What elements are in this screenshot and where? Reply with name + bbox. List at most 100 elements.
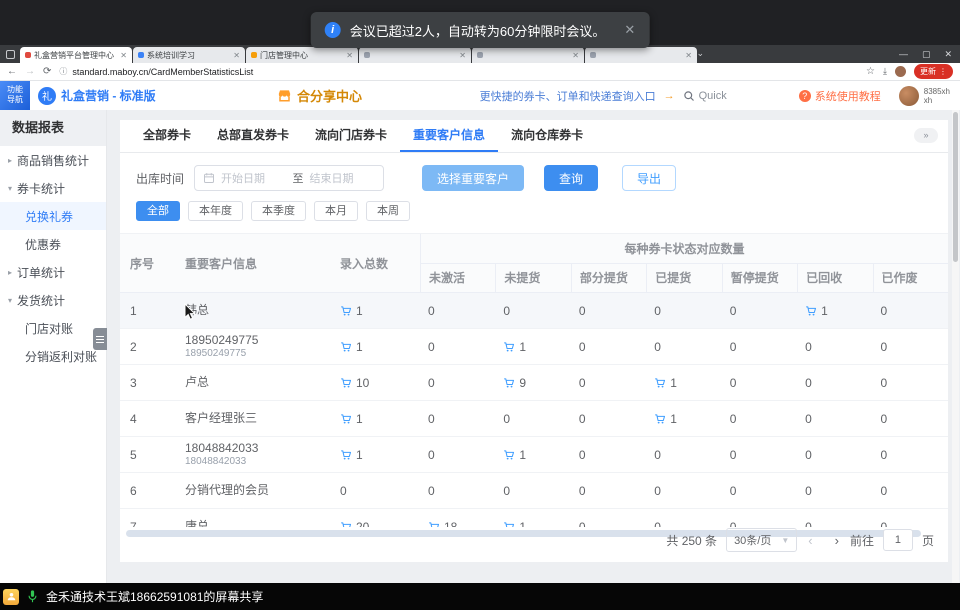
chevron-down-icon[interactable]: ⌄ <box>696 48 704 59</box>
status-column-header: 未提货 <box>495 264 570 292</box>
status-cell: 0 <box>873 448 948 462</box>
table-row[interactable]: 5 18048842033 18048842033 1 0 100000 <box>120 437 948 473</box>
tab-close-icon[interactable]: ✕ <box>685 51 692 60</box>
sidebar-group-item[interactable]: ▾ 券卡统计 <box>0 174 106 202</box>
sidebar-child-item[interactable]: 兑换礼券 <box>0 202 106 230</box>
app-header: 功能 导航 礼 礼盒营销 - 标准版 合分享中心 更快捷的券卡、订单和快递查询入… <box>0 81 960 110</box>
browser-tab[interactable]: 礼盒营销平台管理中心 ✕ <box>20 47 132 63</box>
forward-icon[interactable]: → <box>25 66 35 77</box>
page-scrollbar[interactable] <box>952 110 959 583</box>
sidebar-group-item[interactable]: ▸ 订单统计 <box>0 258 106 286</box>
window-close-button[interactable]: ✕ <box>944 49 952 60</box>
card-count-icon[interactable] <box>340 521 352 528</box>
sidebar-child-item[interactable]: 门店对账 <box>0 314 106 342</box>
browser-tab[interactable]: 系统培训学习 ✕ <box>133 47 245 63</box>
card-count-icon[interactable] <box>654 377 666 389</box>
sidebar-collapse-handle[interactable] <box>93 328 107 350</box>
url-field[interactable]: ⓘ standard.maboy.cn/CardMemberStatistics… <box>59 66 858 77</box>
content-tab[interactable]: 重要客户信息 <box>400 120 498 152</box>
quick-filter-button[interactable]: 本周 <box>366 201 410 221</box>
table-row[interactable]: 3 卢总 10 0 90 1000 <box>120 365 948 401</box>
user-menu[interactable]: 8385xh xh <box>899 86 950 106</box>
select-customer-button[interactable]: 选择重要客户 <box>422 165 524 191</box>
sidebar-group-item[interactable]: ▸ 商品销售统计 <box>0 146 106 174</box>
browser-tab[interactable]: ✕ <box>359 47 471 63</box>
content-tab[interactable]: 总部直发券卡 <box>204 120 302 152</box>
site-info-icon[interactable]: ⓘ <box>59 66 67 77</box>
quick-filter-button[interactable]: 本季度 <box>251 201 306 221</box>
status-cell: 0 <box>420 412 495 426</box>
query-button[interactable]: 查询 <box>544 165 598 191</box>
table-row[interactable]: 4 客户经理张三 1 000 1000 <box>120 401 948 437</box>
start-date-placeholder: 开始日期 <box>221 170 287 186</box>
status-cell: 0 <box>571 376 646 390</box>
content-tab[interactable]: 流向仓库券卡 <box>498 120 596 152</box>
customer-name: 卢总 <box>185 376 330 389</box>
customer-name: 18950249775 <box>185 334 330 347</box>
card-count-icon[interactable] <box>340 341 352 353</box>
browser-tab-title: 系统培训学习 <box>147 50 230 61</box>
download-icon[interactable]: ⤓ <box>883 66 887 77</box>
quick-search[interactable]: Quick <box>683 90 727 102</box>
share-center-link[interactable]: 合分享中心 <box>277 81 362 110</box>
page-size-select[interactable]: 30条/页 ▼ <box>726 528 797 552</box>
quick-filter-button[interactable]: 本月 <box>314 201 358 221</box>
minimize-button[interactable]: — <box>899 49 908 59</box>
tab-close-icon[interactable]: ✕ <box>459 51 466 60</box>
toast-close-icon[interactable]: ✕ <box>624 22 635 38</box>
card-count-icon[interactable] <box>503 449 515 461</box>
panel-collapse-button[interactable]: » <box>914 128 938 143</box>
page-scrollbar-thumb[interactable] <box>953 112 958 262</box>
card-count-icon[interactable] <box>805 305 817 317</box>
tab-close-icon[interactable]: ✕ <box>572 51 579 60</box>
refresh-icon[interactable]: ⟳ <box>43 66 51 77</box>
quick-filter-button[interactable]: 本年度 <box>188 201 243 221</box>
card-count-icon[interactable] <box>340 305 352 317</box>
content-tab[interactable]: 流向门店券卡 <box>302 120 400 152</box>
browser-tab[interactable]: 门店管理中心 ✕ <box>246 47 358 63</box>
card-count-icon[interactable] <box>428 521 440 528</box>
status-column-header: 已回收 <box>797 264 872 292</box>
tab-close-icon[interactable]: ✕ <box>233 51 240 60</box>
sidebar-child-item[interactable]: 优惠券 <box>0 230 106 258</box>
customer-name: 18048842033 <box>185 442 330 455</box>
card-count-icon[interactable] <box>340 377 352 389</box>
tab-close-icon[interactable]: ✕ <box>346 51 353 60</box>
end-date-placeholder: 结束日期 <box>310 170 376 186</box>
tab-close-icon[interactable]: ✕ <box>120 51 127 60</box>
tab-list-icon[interactable] <box>6 50 15 59</box>
card-count-icon[interactable] <box>340 449 352 461</box>
card-count-icon[interactable] <box>340 413 352 425</box>
next-page-icon[interactable]: › <box>833 533 841 548</box>
content-tab[interactable]: 全部券卡 <box>130 120 204 152</box>
table-row[interactable]: 7 唐总 20 18 100000 <box>120 509 948 527</box>
browser-tab[interactable]: ✕ <box>472 47 584 63</box>
card-count-icon[interactable] <box>654 413 666 425</box>
table-row[interactable]: 6 分销代理的会员 0 0000000 <box>120 473 948 509</box>
sidebar-child-item[interactable]: 分销返利对账 <box>0 342 106 370</box>
date-range-input[interactable]: 开始日期 至 结束日期 <box>194 165 384 191</box>
status-cell: 0 <box>571 412 646 426</box>
card-count-icon[interactable] <box>503 341 515 353</box>
customer-column-header: 重要客户信息 <box>175 234 330 292</box>
browser-update-button[interactable]: 更新 ⋮ <box>914 64 953 79</box>
row-total: 20 <box>330 520 420 528</box>
status-cell: 0 <box>722 484 797 498</box>
quick-filter-button[interactable]: 全部 <box>136 201 180 221</box>
customer-name: 分销代理的会员 <box>185 484 330 497</box>
function-nav-button[interactable]: 功能 导航 <box>0 81 30 110</box>
tutorial-link[interactable]: ? 系统使用教程 <box>799 88 881 104</box>
card-count-icon[interactable] <box>503 377 515 389</box>
bookmark-star-icon[interactable]: ☆ <box>866 66 875 77</box>
sidebar-group-item[interactable]: ▾ 发货统计 <box>0 286 106 314</box>
browser-tab[interactable]: ✕ <box>585 47 697 63</box>
card-count-icon[interactable] <box>503 521 515 528</box>
table-row[interactable]: 1 韩总 1 00000 10 <box>120 293 948 329</box>
maximize-button[interactable]: ▢ <box>922 49 931 60</box>
export-button[interactable]: 导出 <box>622 165 676 191</box>
prev-page-icon[interactable]: ‹ <box>806 533 814 548</box>
browser-profile-avatar[interactable] <box>895 66 906 77</box>
goto-page-input[interactable] <box>883 529 913 551</box>
table-row[interactable]: 2 18950249775 18950249775 1 0 100000 <box>120 329 948 365</box>
back-icon[interactable]: ← <box>7 66 17 77</box>
